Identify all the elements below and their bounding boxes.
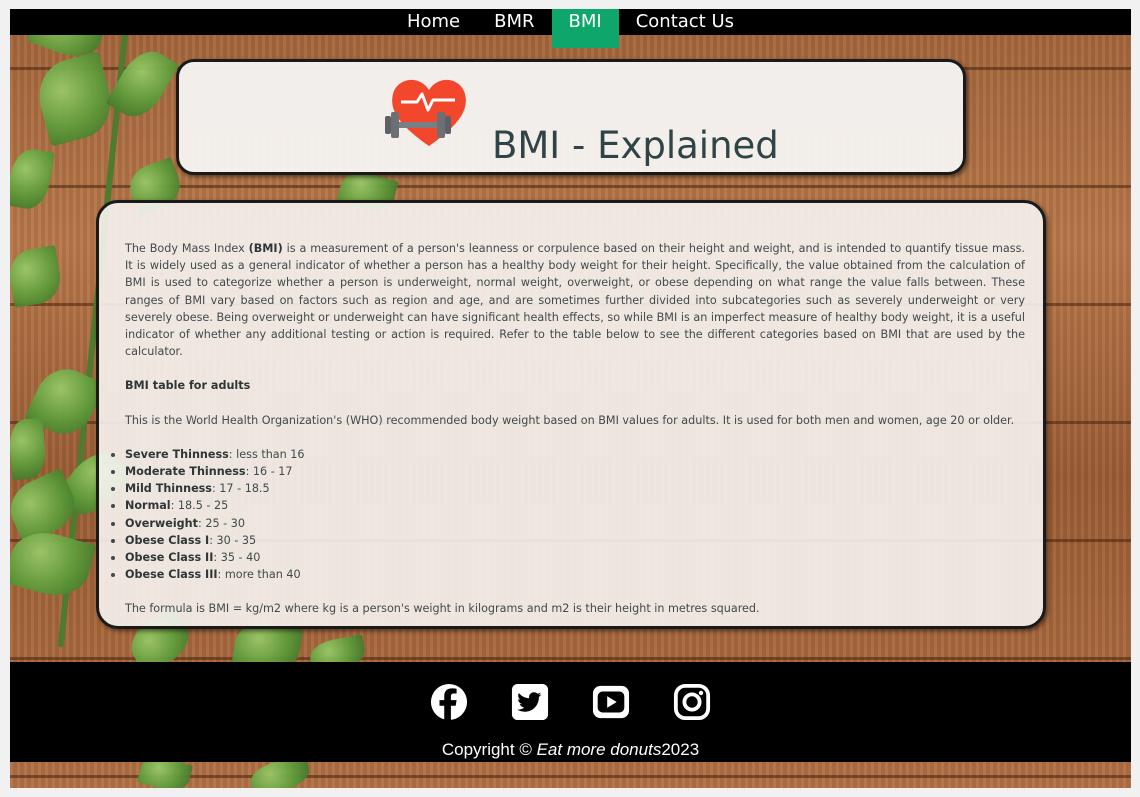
article-body: The Body Mass Index (BMI) is a measureme… — [111, 240, 1025, 635]
twitter-icon[interactable] — [511, 683, 549, 721]
site-footer: Copyright © Eat more donuts2023 — [10, 662, 1131, 762]
leaf-decoration — [10, 145, 55, 213]
top-navigation: Home BMR BMI Contact Us — [10, 9, 1131, 48]
youtube-icon[interactable] — [592, 683, 630, 721]
list-item: Obese Class II: 35 - 40 — [111, 549, 1025, 566]
instagram-icon[interactable] — [673, 683, 711, 721]
social-links — [10, 683, 1131, 721]
intro-paragraph: The Body Mass Index (BMI) is a measureme… — [125, 242, 1025, 359]
leaf-decoration — [10, 417, 48, 481]
page-title: BMI - Explained — [492, 124, 779, 167]
list-item: Overweight: 25 - 30 — [111, 515, 1025, 532]
formula-paragraph: The formula is BMI = kg/m2 where kg is a… — [125, 602, 760, 616]
page-background: Home BMR BMI Contact Us BMI - Explained … — [10, 9, 1131, 788]
header-card: BMI - Explained — [176, 59, 966, 175]
who-paragraph: This is the World Health Organization's … — [125, 413, 1015, 427]
list-item: Moderate Thinness: 16 - 17 — [111, 463, 1025, 480]
table-heading: BMI table for adults — [125, 379, 251, 393]
list-item: Mild Thinness: 17 - 18.5 — [111, 480, 1025, 497]
list-item: Severe Thinness: less than 16 — [111, 446, 1025, 463]
facebook-icon[interactable] — [430, 683, 468, 721]
leaf-decoration — [10, 245, 65, 308]
bmi-category-list: Severe Thinness: less than 16 Moderate T… — [111, 446, 1025, 584]
list-item: Normal: 18.5 - 25 — [111, 497, 1025, 514]
nav-home[interactable]: Home — [390, 9, 477, 35]
nav-bmi[interactable]: BMI — [551, 9, 619, 48]
copyright-text: Copyright © Eat more donuts2023 — [441, 740, 700, 759]
nav-contact-us[interactable]: Contact Us — [619, 9, 751, 35]
content-card: The Body Mass Index (BMI) is a measureme… — [96, 200, 1046, 629]
leaf-decoration — [30, 51, 120, 147]
heart-dumbbell-icon — [385, 79, 466, 146]
nav-bmr[interactable]: BMR — [477, 9, 551, 35]
list-item: Obese Class III: more than 40 — [111, 566, 1025, 583]
list-item: Obese Class I: 30 - 35 — [111, 532, 1025, 549]
